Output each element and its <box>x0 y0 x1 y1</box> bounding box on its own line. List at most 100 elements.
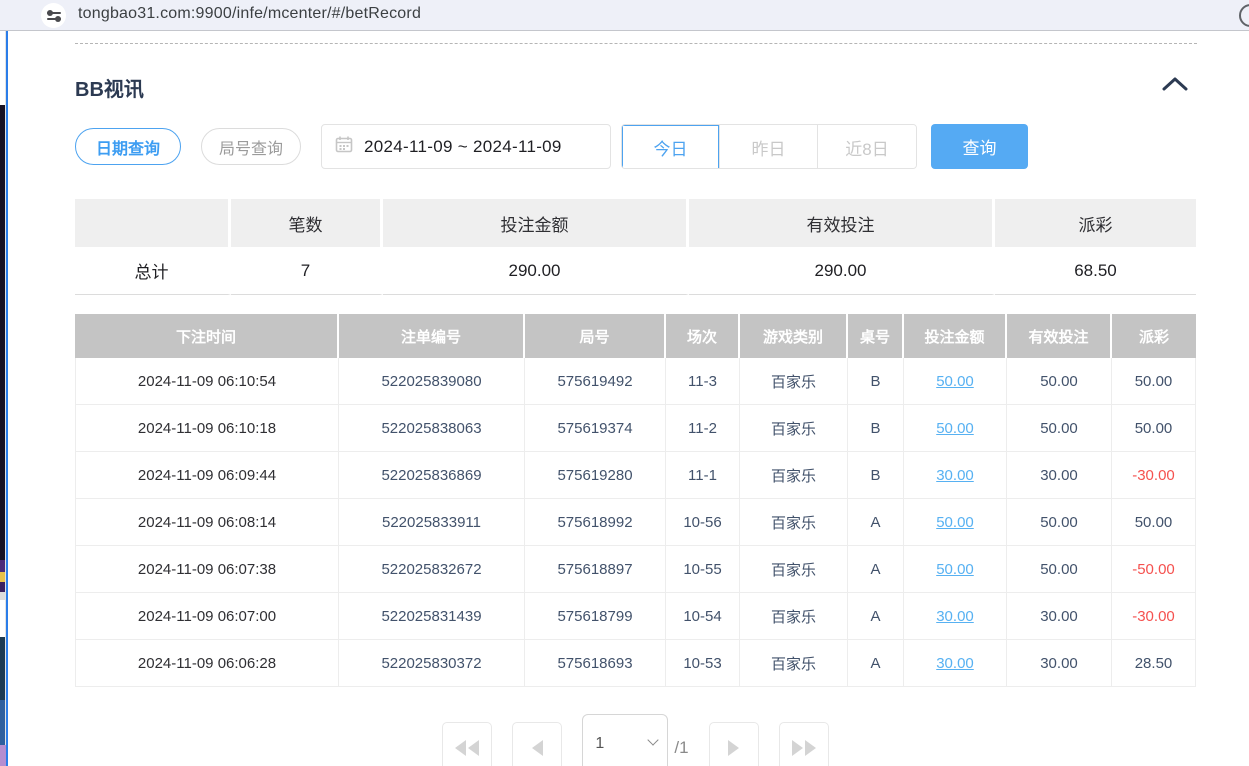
record-header-row: 下注时间 注单编号 局号 场次 游戏类别 桌号 投注金额 有效投注 派彩 <box>75 314 1196 358</box>
summary-total-row: 总计 7 290.00 290.00 68.50 <box>75 247 1196 295</box>
cell-round-no: 575618897 <box>525 546 666 593</box>
first-page-button[interactable] <box>442 722 492 766</box>
quick-today-button[interactable]: 今日 <box>622 125 720 169</box>
cell-bet-no: 522025836869 <box>339 452 525 499</box>
tune-icon <box>47 8 61 24</box>
header-table-no: 桌号 <box>848 314 904 358</box>
quick-yesterday-button[interactable]: 昨日 <box>720 125 818 169</box>
bet-amount-link[interactable]: 50.00 <box>936 561 974 578</box>
date-range-input[interactable]: 2024-11-09 ~ 2024-11-09 <box>321 124 611 169</box>
calendar-icon <box>335 135 353 158</box>
table-row: 2024-11-09 06:09:44522025836869575619280… <box>75 452 1196 499</box>
site-permissions-icon[interactable] <box>41 3 66 28</box>
bet-amount-link[interactable]: 50.00 <box>936 420 974 437</box>
cell-game-type: 百家乐 <box>740 452 848 499</box>
cell-bet-amount: 50.00 <box>904 405 1007 452</box>
prev-page-button[interactable] <box>512 722 562 766</box>
cell-table-no: A <box>848 593 904 640</box>
cell-session: 10-54 <box>666 593 740 640</box>
dashed-separator <box>75 43 1197 44</box>
cell-session: 10-55 <box>666 546 740 593</box>
summary-header-valid-bet: 有效投注 <box>689 199 995 247</box>
cell-bet-no: 522025833911 <box>339 499 525 546</box>
chevron-up-icon[interactable] <box>1162 76 1188 94</box>
cell-bet-amount: 30.00 <box>904 452 1007 499</box>
cell-session: 11-3 <box>666 358 740 405</box>
page-select-input[interactable]: 1 <box>582 714 668 766</box>
bet-amount-link[interactable]: 30.00 <box>936 655 974 672</box>
prev-page-icon <box>532 740 543 756</box>
next-page-button[interactable] <box>709 722 759 766</box>
cell-payout: 50.00 <box>1112 358 1196 405</box>
cell-bet-amount: 50.00 <box>904 546 1007 593</box>
cell-valid-bet: 50.00 <box>1007 358 1112 405</box>
browser-window: tongbao31.com:9900/infe/mcenter/#/betRec… <box>0 0 1249 766</box>
summary-header-blank <box>75 199 231 247</box>
filter-toolbar: 日期查询 局号查询 2024-11-09 ~ <box>75 124 1196 169</box>
header-bet-time: 下注时间 <box>75 314 339 358</box>
cell-table-no: B <box>848 452 904 499</box>
url-text[interactable]: tongbao31.com:9900/infe/mcenter/#/betRec… <box>78 5 421 23</box>
summary-total-valid-bet: 290.00 <box>689 247 995 295</box>
header-round-no: 局号 <box>525 314 666 358</box>
table-row: 2024-11-09 06:10:18522025838063575619374… <box>75 405 1196 452</box>
cell-game-type: 百家乐 <box>740 499 848 546</box>
first-page-icon <box>454 740 480 756</box>
window-edge-highlight <box>6 31 8 766</box>
header-session: 场次 <box>666 314 740 358</box>
cell-session: 10-53 <box>666 640 740 687</box>
cell-bet-time: 2024-11-09 06:10:54 <box>75 358 339 405</box>
cell-valid-bet: 30.00 <box>1007 593 1112 640</box>
browser-profile-icon[interactable] <box>1239 4 1249 27</box>
page-title: BB视讯 <box>75 73 1196 102</box>
date-query-tab[interactable]: 日期查询 <box>75 128 181 165</box>
table-row: 2024-11-09 06:06:28522025830372575618693… <box>75 640 1196 687</box>
browser-url-bar[interactable]: tongbao31.com:9900/infe/mcenter/#/betRec… <box>0 0 1249 31</box>
header-game-type: 游戏类别 <box>740 314 848 358</box>
bet-amount-link[interactable]: 30.00 <box>936 467 974 484</box>
table-row: 2024-11-09 06:08:14522025833911575618992… <box>75 499 1196 546</box>
quick-last8days-button[interactable]: 近8日 <box>818 125 916 169</box>
summary-total-label: 总计 <box>75 247 231 295</box>
table-row: 2024-11-09 06:07:00522025831439575618799… <box>75 593 1196 640</box>
cell-bet-time: 2024-11-09 06:10:18 <box>75 405 339 452</box>
quick-range-group: 今日 昨日 近8日 <box>621 124 917 169</box>
cell-bet-no: 522025839080 <box>339 358 525 405</box>
cell-game-type: 百家乐 <box>740 593 848 640</box>
cell-table-no: B <box>848 405 904 452</box>
cell-valid-bet: 30.00 <box>1007 452 1112 499</box>
page-select[interactable]: 1 <box>582 714 668 766</box>
round-query-tab[interactable]: 局号查询 <box>201 128 301 165</box>
cell-table-no: B <box>848 358 904 405</box>
cell-round-no: 575619374 <box>525 405 666 452</box>
cell-table-no: A <box>848 499 904 546</box>
cell-bet-amount: 50.00 <box>904 499 1007 546</box>
header-bet-amount: 投注金额 <box>904 314 1007 358</box>
cell-round-no: 575618992 <box>525 499 666 546</box>
cell-session: 11-1 <box>666 452 740 499</box>
last-page-button[interactable] <box>779 722 829 766</box>
cell-game-type: 百家乐 <box>740 546 848 593</box>
cell-bet-amount: 30.00 <box>904 640 1007 687</box>
cell-bet-time: 2024-11-09 06:08:14 <box>75 499 339 546</box>
bet-amount-link[interactable]: 50.00 <box>936 373 974 390</box>
search-button[interactable]: 查询 <box>931 124 1028 169</box>
bet-amount-link[interactable]: 50.00 <box>936 514 974 531</box>
cell-valid-bet: 50.00 <box>1007 546 1112 593</box>
header-bet-no: 注单编号 <box>339 314 525 358</box>
summary-header-row: 笔数 投注金额 有效投注 派彩 <box>75 199 1196 247</box>
cell-table-no: A <box>848 640 904 687</box>
cell-valid-bet: 50.00 <box>1007 405 1112 452</box>
bet-amount-link[interactable]: 30.00 <box>936 608 974 625</box>
cell-game-type: 百家乐 <box>740 358 848 405</box>
cell-round-no: 575619280 <box>525 452 666 499</box>
last-page-icon <box>791 740 817 756</box>
table-row: 2024-11-09 06:07:38522025832672575618897… <box>75 546 1196 593</box>
cell-round-no: 575619492 <box>525 358 666 405</box>
cell-bet-no: 522025830372 <box>339 640 525 687</box>
summary-total-payout: 68.50 <box>995 247 1196 295</box>
cell-round-no: 575618799 <box>525 593 666 640</box>
cell-bet-time: 2024-11-09 06:06:28 <box>75 640 339 687</box>
cell-payout: -30.00 <box>1112 452 1196 499</box>
cell-valid-bet: 30.00 <box>1007 640 1112 687</box>
